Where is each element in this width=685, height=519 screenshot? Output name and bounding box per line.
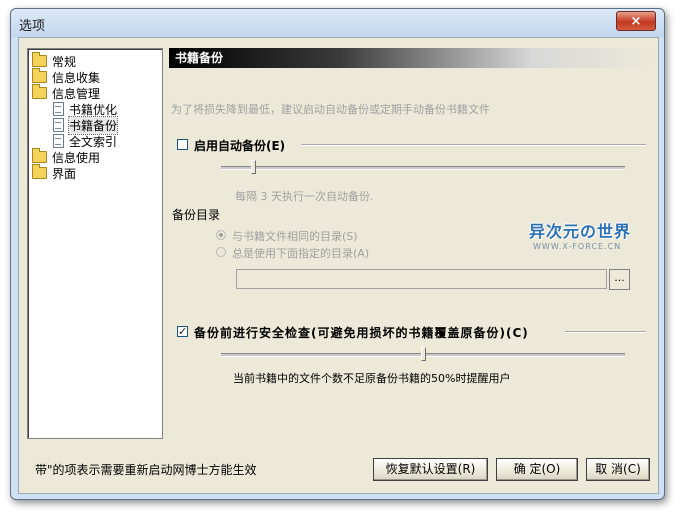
document-icon (53, 134, 64, 148)
folder-icon (32, 68, 47, 83)
window-title: 选项 (19, 19, 46, 34)
group-divider (565, 331, 646, 333)
group-divider (301, 144, 646, 146)
document-icon (53, 102, 64, 116)
tree-item-interface[interactable]: 界面 (32, 164, 77, 181)
document-icon (53, 118, 64, 132)
threshold-text: 当前书籍中的文件个数不足原备份书籍的50%时提醒用户 (233, 372, 511, 385)
settings-panel: 书籍备份 为了将损失降到最低，建议启动自动备份或定期手动备份书籍文件 启用自动备… (169, 48, 654, 437)
watermark-logo: 异次元の世界 WWW.X-FORCE.CN (529, 218, 639, 260)
close-button[interactable]: × (616, 11, 656, 31)
threshold-slider-thumb[interactable] (421, 347, 426, 361)
watermark-sub-text: WWW.X-FORCE.CN (533, 242, 622, 251)
folder-icon (32, 84, 47, 99)
radio-same-dir[interactable] (216, 230, 226, 240)
auto-backup-label[interactable]: 启用自动备份(E) (194, 137, 285, 154)
tree-item-label: 信息管理 (52, 86, 101, 101)
tree-item-label: 常规 (52, 54, 77, 69)
radio-custom-dir[interactable] (216, 247, 226, 257)
radio-custom-dir-label[interactable]: 总是使用下面指定的目录(A) (232, 245, 369, 261)
close-icon: × (630, 13, 642, 29)
tree-item-book-backup[interactable]: 书籍备份 (53, 115, 119, 135)
ok-button[interactable]: 确 定(O) (496, 458, 578, 481)
watermark-main-text: 异次元の世界 (529, 222, 632, 241)
backup-interval-slider-track[interactable] (221, 166, 625, 170)
tree-item-label: 书籍优化 (69, 102, 118, 117)
options-window: 选项 × 常规 信息收集 信息管理 书籍优化 书籍备份 全文索引 信息使用 界面… (10, 8, 665, 500)
tree-item-label: 全文索引 (69, 134, 118, 149)
folder-icon (32, 52, 47, 67)
interval-text: 每隔 3 天执行一次自动备份. (235, 190, 374, 203)
browse-button[interactable]: ... (609, 269, 630, 290)
folder-icon (32, 164, 47, 179)
backup-dir-label: 备份目录 (172, 208, 221, 222)
safety-check-checkbox[interactable]: ✓ (177, 326, 188, 337)
options-tree[interactable]: 常规 信息收集 信息管理 书籍优化 书籍备份 全文索引 信息使用 界面 (27, 48, 163, 439)
backup-interval-slider-thumb[interactable] (251, 160, 256, 174)
footer-note: 带"的项表示需要重新启动网博士方能生效 (35, 463, 257, 477)
restore-defaults-button[interactable]: 恢复默认设置(R) (373, 458, 488, 481)
tree-item-label: 信息使用 (52, 150, 101, 165)
tree-item-fulltext-index[interactable]: 全文索引 (53, 133, 117, 149)
tree-item-label: 界面 (52, 166, 77, 181)
tree-item-label: 信息收集 (52, 70, 101, 85)
tree-item-info-collect[interactable]: 信息收集 (32, 68, 101, 85)
folder-icon (32, 148, 47, 163)
dialog-client: 常规 信息收集 信息管理 书籍优化 书籍备份 全文索引 信息使用 界面 书籍备份… (18, 37, 659, 494)
cancel-button[interactable]: 取 消(C) (586, 458, 650, 481)
section-header: 书籍备份 (169, 48, 654, 68)
backup-dir-input[interactable] (236, 269, 607, 289)
tree-item-info-manage[interactable]: 信息管理 (32, 84, 101, 101)
tree-item-info-use[interactable]: 信息使用 (32, 148, 101, 165)
panel-description: 为了将损失降到最低，建议启动自动备份或定期手动备份书籍文件 (171, 103, 490, 116)
tree-item-general[interactable]: 常规 (32, 52, 77, 69)
auto-backup-checkbox[interactable] (177, 139, 188, 150)
tree-item-book-optimize[interactable]: 书籍优化 (53, 101, 117, 117)
radio-same-dir-label[interactable]: 与书籍文件相同的目录(S) (232, 228, 358, 244)
safety-check-label[interactable]: 备份前进行安全检查(可避免用损坏的书籍覆盖原备份)(C) (194, 324, 529, 341)
tree-item-label: 书籍备份 (67, 115, 119, 135)
title-bar[interactable]: 选项 × (11, 9, 664, 37)
